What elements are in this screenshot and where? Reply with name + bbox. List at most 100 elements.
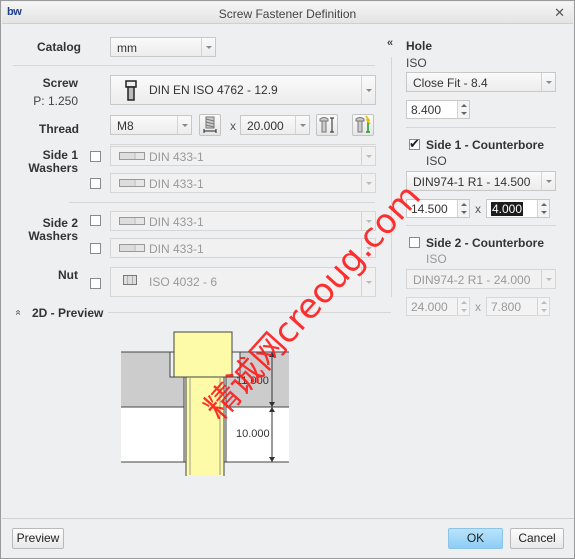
spinner-arrows-icon[interactable] — [537, 298, 549, 315]
screw-dropdown[interactable]: DIN EN ISO 4762 - 12.9 — [110, 75, 376, 105]
screw-head — [173, 331, 233, 378]
side1-washers-label-line1: Side 1 — [42, 148, 78, 162]
spinner-arrows-icon[interactable] — [457, 101, 469, 118]
spinner-arrows-icon[interactable] — [537, 200, 549, 217]
side2-counterbore-depth-spinner[interactable]: 7.800 — [486, 297, 550, 316]
thread-diameter-button[interactable] — [199, 114, 221, 136]
side1-washer2-checkbox[interactable] — [90, 178, 101, 189]
divider — [69, 202, 375, 203]
side2-counterbore-depth-value: 7.800 — [491, 300, 522, 314]
screw-pitch: P: 1.250 — [33, 94, 78, 108]
side2-counterbore-diameter-spinner[interactable]: 24.000 — [406, 297, 470, 316]
side2-washer2-checkbox[interactable] — [90, 243, 101, 254]
side1-washer2-dropdown[interactable]: DIN 433-1 — [110, 173, 376, 193]
chevron-down-icon — [177, 116, 191, 134]
title-bar: bw Screw Fastener Definition ✕ — [2, 2, 573, 24]
divider — [406, 225, 556, 226]
divider — [406, 127, 556, 128]
thread-diameter-icon — [203, 116, 217, 133]
preview-drawing: 11.000 10.000 — [121, 331, 289, 476]
screw-shank — [185, 376, 225, 476]
thread-length-value: 20.000 — [247, 119, 284, 133]
screw-length-button[interactable] — [316, 114, 338, 136]
side2-washers-label-line1: Side 2 — [42, 216, 78, 230]
side1-counterbore-depth-field: 4.000 — [491, 202, 524, 216]
dimension-lower-label: 10.000 — [236, 428, 270, 440]
side2-washer1-checkbox[interactable] — [90, 215, 101, 226]
washer-icon — [119, 152, 145, 160]
screw-value: DIN EN ISO 4762 - 12.9 — [149, 83, 278, 97]
side2-washer1-dropdown[interactable]: DIN 433-1 — [110, 211, 376, 231]
thread-times-sign: x — [230, 119, 236, 133]
hole-fit-dropdown[interactable]: Close Fit - 8.4 — [406, 72, 556, 92]
side1-counterbore-checkbox[interactable] — [409, 136, 420, 152]
washer-icon — [119, 217, 145, 225]
hole-label: Hole — [406, 39, 433, 53]
side1-counterbore-diameter-value: 14.500 — [411, 202, 448, 216]
chevron-down-icon — [361, 147, 375, 165]
dialog-title: Screw Fastener Definition — [218, 7, 357, 21]
screw-fastener-dialog: bw Screw Fastener Definition ✕ Catalog m… — [0, 0, 575, 559]
screw-length-icon — [319, 117, 334, 133]
chevron-down-icon — [201, 38, 215, 56]
chevron-down-icon — [295, 116, 309, 134]
hole-fit-value: Close Fit - 8.4 — [413, 76, 488, 90]
side1-counterbore-standard: ISO — [426, 154, 447, 168]
auto-length-icon — [355, 115, 371, 133]
side1-washer1-dropdown[interactable]: DIN 433-1 — [110, 146, 376, 166]
preview-section-title: 2D - Preview — [32, 306, 104, 320]
chevron-down-icon — [541, 73, 555, 91]
close-icon[interactable]: ✕ — [554, 5, 565, 21]
panel-divider — [391, 57, 392, 297]
nut-label: Nut — [58, 268, 78, 282]
catalog-dropdown[interactable]: mm — [110, 37, 216, 57]
chevron-down-icon — [541, 270, 555, 288]
side2-times-sign: x — [475, 300, 481, 314]
side2-washer1-value: DIN 433-1 — [149, 215, 204, 229]
thread-size-dropdown[interactable]: M8 — [110, 115, 192, 135]
side1-counterbore-value: DIN974-1 R1 - 14.500 — [413, 175, 531, 189]
side1-washer1-checkbox[interactable] — [90, 151, 101, 162]
footer-divider — [2, 518, 574, 519]
cancel-button[interactable]: Cancel — [510, 528, 564, 549]
chevron-down-icon — [361, 76, 375, 104]
side2-counterbore-label: Side 2 - Counterbore — [426, 236, 545, 250]
nut-value: ISO 4032 - 6 — [149, 275, 218, 289]
side1-times-sign: x — [475, 202, 481, 216]
side2-washers-label-line2: Washers — [28, 229, 78, 243]
preview-button[interactable]: Preview — [12, 528, 64, 549]
thread-label: Thread — [39, 122, 80, 136]
spinner-arrows-icon[interactable] — [457, 298, 469, 315]
side2-counterbore-standard: ISO — [426, 252, 447, 266]
chevron-down-icon — [361, 174, 375, 192]
side1-counterbore-depth-spinner[interactable]: 4.000 — [486, 199, 550, 218]
collapse-hole-icon[interactable]: « — [387, 37, 393, 49]
side1-counterbore-dropdown[interactable]: DIN974-1 R1 - 14.500 — [406, 171, 556, 191]
nut-dropdown[interactable]: ISO 4032 - 6 — [110, 267, 376, 297]
chevron-down-icon — [361, 268, 375, 296]
chevron-down-icon — [541, 172, 555, 190]
side2-counterbore-value: DIN974-2 R1 - 24.000 — [413, 273, 531, 287]
spinner-arrows-icon[interactable] — [457, 200, 469, 217]
side2-counterbore-diameter-value: 24.000 — [411, 300, 448, 314]
thread-size-value: M8 — [117, 119, 134, 133]
nut-checkbox[interactable] — [90, 278, 101, 289]
side1-counterbore-label: Side 1 - Counterbore — [426, 138, 545, 152]
chevron-down-icon — [361, 212, 375, 230]
side1-counterbore-diameter-spinner[interactable]: 14.500 — [406, 199, 470, 218]
auto-length-button[interactable] — [352, 114, 374, 136]
collapse-preview-icon[interactable]: » — [12, 310, 23, 316]
divider — [110, 144, 376, 145]
catalog-label: Catalog — [37, 40, 82, 54]
hole-diameter-spinner[interactable]: 8.400 — [406, 100, 470, 119]
side2-counterbore-dropdown[interactable]: DIN974-2 R1 - 24.000 — [406, 269, 556, 289]
screw-label: Screw — [42, 76, 78, 90]
thread-length-dropdown[interactable]: 20.000 — [240, 115, 310, 135]
side2-counterbore-checkbox[interactable] — [409, 237, 420, 248]
divider — [108, 312, 391, 313]
ok-button[interactable]: OK — [448, 528, 503, 549]
screw-icon — [125, 80, 137, 105]
chevron-down-icon — [361, 239, 375, 257]
side2-washer2-dropdown[interactable]: DIN 433-1 — [110, 238, 376, 258]
hole-standard: ISO — [406, 56, 427, 70]
